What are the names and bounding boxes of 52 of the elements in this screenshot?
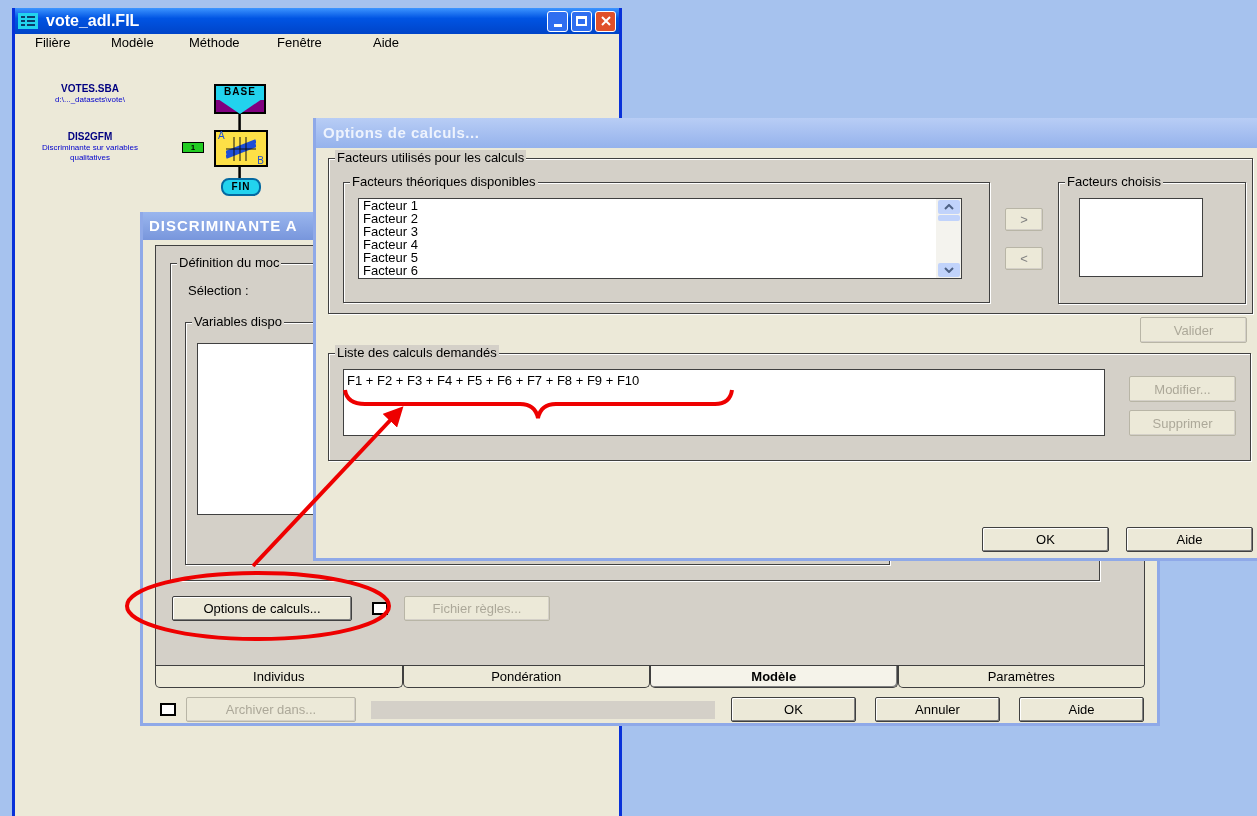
list-item[interactable]: Facteur 2 <box>363 212 936 225</box>
path-field[interactable] <box>371 700 715 719</box>
maximize-button[interactable] <box>571 10 592 32</box>
calculation-list[interactable]: F1 + F2 + F3 + F4 + F5 + F6 + F7 + F8 + F9 + F10 <box>343 369 1105 436</box>
menu-item[interactable]: Aide <box>373 33 433 53</box>
count-badge: 1 <box>182 142 204 153</box>
list-item[interactable]: Facteur 3 <box>363 225 936 238</box>
group-title: Facteurs utilisés pour les calculs <box>335 150 527 166</box>
tab[interactable]: Individus <box>155 666 403 688</box>
list-item[interactable]: Facteur 6 <box>363 264 936 277</box>
scroll-down-icon[interactable] <box>937 263 960 277</box>
window-title: DISCRIMINANTE A <box>149 215 298 236</box>
chart-icon <box>226 137 256 161</box>
scroll-thumb[interactable] <box>937 215 960 221</box>
list-item[interactable]: F1 + F2 + F3 + F4 + F5 + F6 + F7 + F8 + F9 + F10 <box>347 371 1101 391</box>
selection-label: Sélection : <box>188 282 250 300</box>
window-title: vote_adl.FIL <box>46 11 140 31</box>
dataset-path: d:\..._datasets\vote\ <box>55 95 125 105</box>
list-item[interactable]: Facteur 5 <box>363 251 936 264</box>
tab[interactable]: Pondération <box>402 666 650 688</box>
corner-label: B <box>257 156 264 166</box>
node-label: BASE <box>224 86 256 98</box>
factor-list[interactable]: Facteur 1 Facteur 2 Facteur 3 Facteur 4 Facteur 5 Facteur 6 <box>358 198 962 279</box>
checkbox[interactable] <box>160 703 176 716</box>
method-name: DIS2GFM <box>67 131 113 143</box>
ok-button[interactable]: OK <box>731 697 856 722</box>
options-button[interactable]: Options de calculs... <box>172 596 352 621</box>
list-item[interactable]: Facteur 1 <box>363 199 936 212</box>
menu-item[interactable]: Méthode <box>189 33 277 53</box>
menu-item[interactable]: Fenêtre <box>277 33 373 53</box>
grid-icon <box>18 13 38 29</box>
method-description: Discriminante sur variables qualitatives <box>41 143 139 163</box>
chosen-list[interactable] <box>1079 198 1203 277</box>
list-item[interactable]: Facteur 4 <box>363 238 936 251</box>
menu-item[interactable]: Modèle <box>111 33 189 53</box>
scrollbar[interactable] <box>936 199 961 278</box>
help-button[interactable]: Aide <box>1019 697 1144 722</box>
minimize-button[interactable] <box>547 10 568 32</box>
close-button[interactable] <box>595 10 616 32</box>
cancel-button[interactable]: Annuler <box>875 697 1000 722</box>
scroll-up-icon[interactable] <box>937 200 960 214</box>
node-label: FIN <box>231 182 251 192</box>
window-title: Options de calculs... <box>323 122 480 143</box>
tab[interactable]: Modèle <box>650 666 898 688</box>
help-button[interactable]: Aide <box>1126 527 1253 552</box>
group-title: Facteurs théoriques disponibles <box>350 174 538 190</box>
tab[interactable]: Paramètres <box>897 666 1145 688</box>
close-icon <box>600 16 611 26</box>
dataset-name: VOTES.SBA <box>61 83 119 95</box>
ok-button[interactable]: OK <box>982 527 1109 552</box>
corner-label: A <box>218 131 225 141</box>
menu-item[interactable]: Filière <box>35 33 111 53</box>
